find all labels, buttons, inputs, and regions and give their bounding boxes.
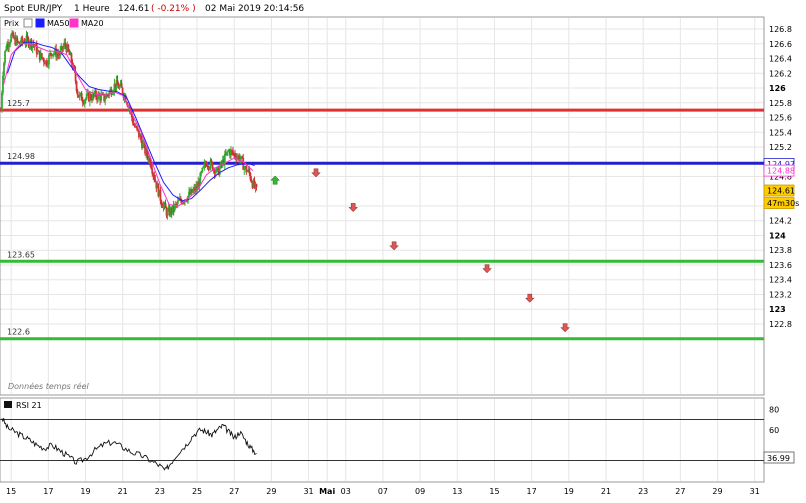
time-tick-label: 27 bbox=[675, 487, 685, 496]
time-tick-label: 29 bbox=[712, 487, 722, 496]
candle-down bbox=[40, 53, 43, 58]
time-tick-label: 17 bbox=[43, 487, 53, 496]
candle-down bbox=[76, 90, 79, 96]
legend-swatch-ma50 bbox=[35, 18, 45, 28]
price-chart-svg[interactable]: 125.7 124.98 123.65 122.6 122.8 123 123.2 123.… bbox=[0, 0, 806, 499]
rsi-tick-label: 60 bbox=[769, 426, 779, 435]
price-tick-label: 123.6 bbox=[769, 261, 792, 270]
chart-window: 125.7 124.98 123.65 122.6 122.8 123 123.2 123.… bbox=[0, 0, 806, 499]
price-change-label: ( -0.21% ) bbox=[151, 4, 196, 14]
rsi-swatch bbox=[4, 401, 12, 408]
time-tick-label: 27 bbox=[229, 487, 239, 496]
legend-label-ma20: MA20 bbox=[81, 19, 104, 28]
price-axis: 122.8 123 123.2 123.4 123.6 123.8 124 124.2 124.… bbox=[769, 25, 792, 329]
timeframe-label: 1 Heure bbox=[74, 4, 110, 14]
time-tick-label: 19 bbox=[80, 487, 90, 496]
price-tick-label: 124.2 bbox=[769, 217, 792, 226]
candle-down bbox=[255, 184, 258, 187]
time-tick-label: 19 bbox=[564, 487, 574, 496]
time-tick-label: Mai bbox=[319, 487, 335, 496]
price-tag-text: 124.61 bbox=[767, 187, 795, 196]
time-tick-label: 13 bbox=[452, 487, 462, 496]
price-tick-label: 123 bbox=[769, 305, 786, 314]
level-label: 123.65 bbox=[7, 250, 35, 259]
time-tick-label: 29 bbox=[266, 487, 276, 496]
time-tick-label: 25 bbox=[192, 487, 202, 496]
legend-swatch-ma20 bbox=[69, 18, 79, 28]
legend-swatch-prix bbox=[23, 18, 33, 28]
time-tick-label: 21 bbox=[118, 487, 128, 496]
realtime-watermark: Données temps réel bbox=[8, 381, 90, 391]
price-tick-label: 125.6 bbox=[769, 114, 792, 123]
time-tick-label: 07 bbox=[378, 487, 388, 496]
candle-up bbox=[218, 167, 221, 175]
price-tick-label: 126.2 bbox=[769, 69, 792, 78]
candle-up bbox=[104, 98, 107, 101]
price-tick-label: 126.6 bbox=[769, 40, 792, 49]
chart-header: Spot EUR/JPY 1 Heure 124.61 ( -0.21% ) 0… bbox=[4, 4, 304, 14]
price-tick-label: 126.4 bbox=[769, 55, 792, 64]
rsi-tick-label: 80 bbox=[769, 405, 779, 414]
price-tick-label: 126 bbox=[769, 84, 786, 93]
candle-down bbox=[154, 179, 157, 182]
time-axis: 15 17 19 21 23 25 27 29 31 Mai 03 07 09 13 15 17 19 21 23 2… bbox=[6, 487, 760, 496]
time-tick-label: 31 bbox=[750, 487, 760, 496]
instrument-title: Spot EUR/JPY bbox=[4, 4, 63, 14]
last-price-label: 124.61 bbox=[118, 4, 150, 14]
price-tick-label: 123.4 bbox=[769, 276, 792, 285]
time-tick-label: 31 bbox=[303, 487, 313, 496]
price-tick-label: 125.2 bbox=[769, 143, 792, 152]
candle-down bbox=[136, 126, 138, 129]
time-tick-label: 17 bbox=[527, 487, 537, 496]
rsi-value-text: 36.99 bbox=[767, 454, 790, 463]
legend-label-prix: Prix bbox=[4, 19, 19, 28]
price-tag-text: 124.88 bbox=[767, 167, 795, 176]
candle-down bbox=[137, 128, 139, 131]
price-tick-label: 126.8 bbox=[769, 25, 792, 34]
candle-up bbox=[48, 54, 50, 65]
datetime-label: 02 Mai 2019 20:14:56 bbox=[205, 4, 304, 14]
price-tick-label: 125.8 bbox=[769, 99, 792, 108]
candle-up bbox=[4, 51, 6, 64]
chart-background bbox=[0, 0, 806, 499]
time-tick-label: 15 bbox=[6, 487, 16, 496]
candle-down bbox=[159, 189, 162, 201]
price-tick-label: 124 bbox=[769, 231, 786, 240]
legend: Prix MA50 MA20 bbox=[4, 18, 104, 28]
price-tick-label: 123.8 bbox=[769, 246, 792, 255]
time-tick-label: 09 bbox=[415, 487, 425, 496]
price-tick-label: 125.4 bbox=[769, 128, 792, 137]
legend-label-ma50: MA50 bbox=[47, 19, 70, 28]
level-label: 125.7 bbox=[7, 99, 30, 108]
price-tick-label: 122.8 bbox=[769, 320, 792, 329]
time-tick-label: 21 bbox=[601, 487, 611, 496]
price-tag-text: 47m30s bbox=[767, 199, 799, 208]
level-label: 122.6 bbox=[7, 328, 30, 337]
rsi-label: RSI 21 bbox=[16, 401, 42, 410]
price-tick-label: 123.2 bbox=[769, 290, 792, 299]
time-tick-label: 23 bbox=[638, 487, 648, 496]
candle-down bbox=[120, 83, 123, 88]
time-tick-label: 15 bbox=[489, 487, 499, 496]
time-tick-label: 23 bbox=[155, 487, 165, 496]
level-label: 124.98 bbox=[7, 152, 35, 161]
rsi-value-tag: 36.99 bbox=[763, 451, 795, 464]
time-tick-label: 03 bbox=[341, 487, 351, 496]
